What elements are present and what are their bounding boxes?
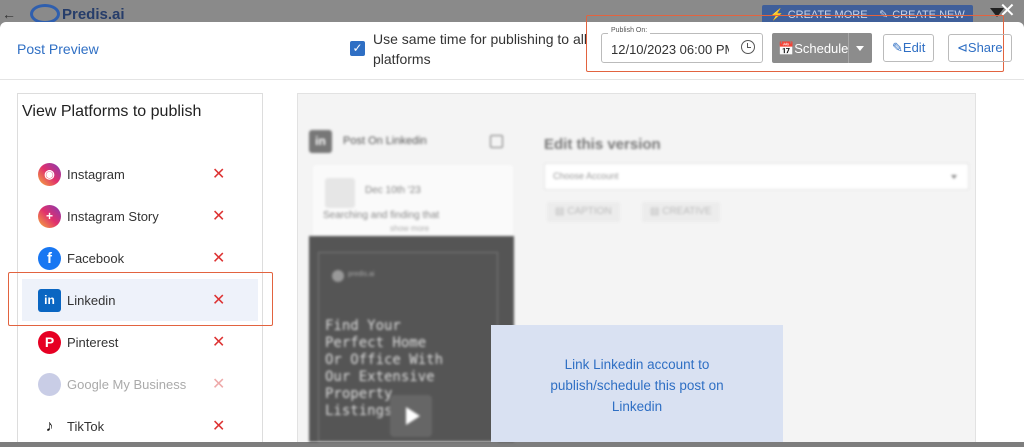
google-my-business-icon <box>38 373 61 396</box>
same-time-label: Use same time for publishing to all plat… <box>373 31 587 67</box>
publish-on-value: 12/10/2023 06:00 PM <box>611 42 729 57</box>
post-on-label: Post On Linkedin <box>343 135 427 147</box>
pencil-icon: ✎ <box>892 40 903 55</box>
publish-on-label: Publish On: <box>608 27 651 34</box>
instagram-icon: ◉ <box>38 163 61 186</box>
linkedin-icon: in <box>309 130 332 153</box>
platform-label: Facebook <box>67 251 125 266</box>
avatar <box>325 178 355 208</box>
share-button[interactable]: ⊲Share <box>948 34 1012 62</box>
remove-icon[interactable]: ✕ <box>212 374 225 394</box>
linkedin-highlight-box <box>8 272 273 326</box>
post-date: Dec 10th '23 <box>365 185 421 196</box>
edit-label: Edit <box>902 40 926 55</box>
platform-item-tiktok[interactable]: ♪ TikTok ✕ <box>22 405 258 447</box>
share-label: Share <box>967 40 1003 55</box>
tab-caption[interactable]: ▤ CAPTION <box>547 202 620 222</box>
facebook-icon: f <box>38 247 61 270</box>
caption-icon: ▤ <box>555 206 568 217</box>
show-more-link[interactable]: show more <box>390 224 429 233</box>
tiktok-icon: ♪ <box>38 415 61 438</box>
link-account-message: Link Linkedin account to publish/schedul… <box>550 357 724 414</box>
schedule-label-wrap: 📅Schedule <box>778 41 848 57</box>
platform-label: TikTok <box>67 419 105 434</box>
same-time-checkbox[interactable]: ✓ <box>350 41 365 56</box>
platform-item-pinterest[interactable]: P Pinterest ✕ <box>22 321 258 363</box>
remove-icon[interactable]: ✕ <box>212 164 225 184</box>
image-brand: predis.ai <box>348 271 375 278</box>
pinterest-icon: P <box>38 331 61 354</box>
remove-icon[interactable]: ✕ <box>212 206 225 226</box>
logo-text: Predis.ai <box>62 6 125 23</box>
select-checkbox[interactable] <box>490 135 503 148</box>
page-title: Post Preview <box>17 41 99 57</box>
play-icon[interactable] <box>390 395 432 437</box>
remove-icon[interactable]: ✕ <box>212 248 225 268</box>
remove-icon[interactable]: ✕ <box>212 416 225 436</box>
post-caption: Searching and finding that <box>323 210 440 221</box>
platform-item-instagram[interactable]: ◉ Instagram ✕ <box>22 153 258 195</box>
schedule-separator <box>848 33 849 63</box>
chevron-down-icon[interactable] <box>856 46 864 51</box>
platform-label: Instagram Story <box>67 209 159 224</box>
creative-tab-label: CREATIVE <box>662 206 712 217</box>
platform-label: Google My Business <box>67 377 187 392</box>
link-account-overlay[interactable]: Link Linkedin account to publish/schedul… <box>491 325 783 442</box>
chevron-down-icon <box>951 175 957 179</box>
platform-item-google-my-business[interactable]: Google My Business ✕ <box>22 363 258 405</box>
choose-account-placeholder: Choose Account <box>553 171 619 181</box>
edit-button[interactable]: ✎Edit <box>883 34 935 62</box>
image-icon: ▤ <box>650 206 663 217</box>
platform-item-instagram-story[interactable]: + Instagram Story ✕ <box>22 195 258 237</box>
share-icon: ⊲ <box>957 40 968 55</box>
remove-icon[interactable]: ✕ <box>212 332 225 352</box>
arrow-left-icon[interactable]: ← <box>2 6 16 22</box>
platform-label: Instagram <box>67 167 125 182</box>
header-divider <box>0 79 1024 80</box>
caption-tab-label: CAPTION <box>567 206 612 217</box>
schedule-label: Schedule <box>794 41 849 56</box>
platform-label: Pinterest <box>67 335 119 350</box>
edit-version-title: Edit this version <box>544 136 661 153</box>
platforms-title: View Platforms to publish <box>22 103 202 120</box>
predis-logo-icon <box>30 4 60 24</box>
calendar-icon: 📅 <box>778 41 795 56</box>
instagram-story-icon: + <box>38 205 61 228</box>
clock-icon[interactable] <box>741 40 755 54</box>
schedule-button[interactable]: 📅Schedule <box>772 33 872 63</box>
brand-logo-icon <box>332 270 344 282</box>
tab-creative[interactable]: ▤ CREATIVE <box>642 202 720 222</box>
